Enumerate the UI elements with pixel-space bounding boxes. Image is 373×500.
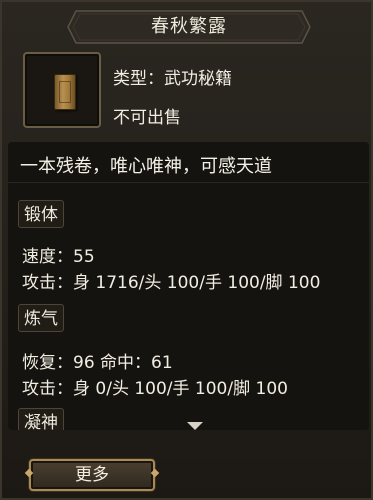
item-name-title: 春秋繁露 bbox=[151, 16, 227, 37]
item-details-box[interactable]: 一本残卷，唯心唯神，可感天道 锻体 速度：55 攻击：身 1716/头 100/… bbox=[8, 142, 369, 430]
item-icon-slot bbox=[23, 52, 101, 128]
stat-line: 速度：55 bbox=[22, 247, 95, 267]
title-banner: 春秋繁露 bbox=[66, 9, 312, 45]
stat-line: 恢复：96 命中：61 bbox=[22, 353, 173, 373]
item-type: 类型：武功秘籍 bbox=[113, 69, 232, 89]
section-label-lianqi: 炼气 bbox=[18, 304, 64, 332]
divider bbox=[8, 182, 369, 183]
stat-line: 攻击：身 1716/头 100/手 100/脚 100 bbox=[22, 273, 321, 293]
stat-line: 攻击：身 0/头 100/手 100/脚 100 bbox=[22, 379, 288, 399]
more-button[interactable]: 更多 bbox=[29, 459, 155, 491]
section-label-duanti: 锻体 bbox=[18, 200, 64, 228]
book-scroll-icon bbox=[54, 74, 76, 110]
sell-status: 不可出售 bbox=[113, 108, 181, 128]
scroll-down-arrow-icon[interactable] bbox=[187, 422, 203, 430]
item-description: 一本残卷，唯心唯神，可感天道 bbox=[20, 156, 272, 177]
item-tooltip-panel: 春秋繁露 类型：武功秘籍 不可出售 一本残卷，唯心唯神，可感天道 锻体 速度：5… bbox=[0, 0, 373, 500]
section-label-ningshen: 凝神 bbox=[18, 408, 64, 430]
